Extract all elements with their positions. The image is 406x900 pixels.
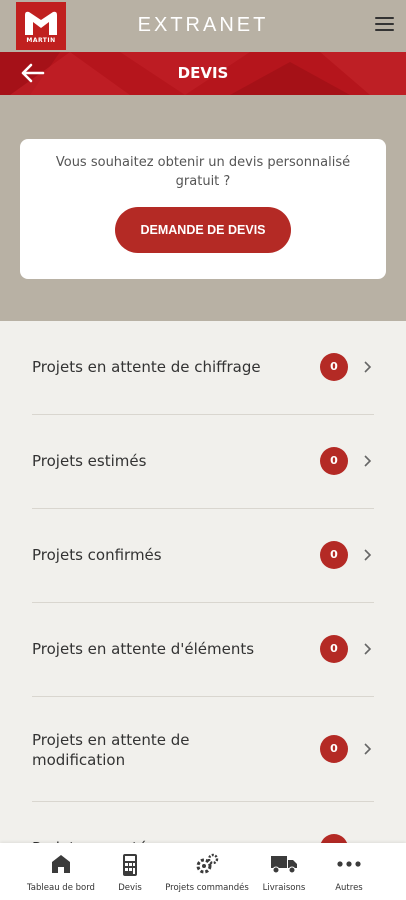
nav-item-quotes[interactable]: Devis: [110, 843, 150, 900]
truck-icon: [271, 856, 297, 874]
hamburger-menu-icon[interactable]: [375, 17, 394, 33]
nav-item-deliveries[interactable]: Livraisons: [258, 843, 310, 900]
quote-description: Vous souhaitez obtenir un devis personna…: [55, 155, 351, 189]
chevron-right-icon: [364, 643, 372, 655]
gears-icon: [196, 853, 219, 874]
list-item-label: Projets en attente de modification: [32, 731, 190, 769]
count-badge: 0: [320, 635, 348, 663]
nav-item-dashboard[interactable]: Tableau de bord: [16, 843, 106, 900]
home-icon: [52, 855, 70, 873]
nav-label: Devis: [118, 883, 142, 893]
nav-label: Projets commandés: [165, 883, 249, 893]
count-badge: 0: [320, 541, 348, 569]
list-item-label: Projets en attente de chiffrage: [32, 358, 261, 376]
nav-label: Tableau de bord: [27, 883, 95, 893]
more-dots-icon: [337, 861, 361, 867]
nav-item-more[interactable]: Autres: [324, 843, 374, 900]
list-item-pending-pricing[interactable]: Projets en attente de chiffrage 0: [32, 321, 374, 415]
chevron-right-icon: [364, 743, 372, 755]
chevron-right-icon: [364, 361, 372, 373]
count-badge: 0: [320, 353, 348, 381]
list-item-label: Projets en attente d'éléments: [32, 640, 255, 658]
list-item-label: Projets confirmés: [32, 546, 162, 564]
app-title: EXTRANET: [137, 14, 269, 36]
quote-card: Vous souhaitez obtenir un devis personna…: [20, 139, 386, 279]
list-item-confirmed[interactable]: Projets confirmés 0: [32, 509, 374, 603]
bottom-navigation: Tableau de bord Devis Projets commandés …: [0, 843, 406, 900]
request-quote-button[interactable]: DEMANDE DE DEVIS: [115, 207, 291, 253]
nav-item-ordered-projects[interactable]: Projets commandés: [160, 843, 254, 900]
list-item-label: Projets estimés: [32, 452, 147, 470]
page-title: DEVIS: [177, 64, 229, 82]
nav-label: Autres: [335, 883, 363, 893]
count-badge: 0: [320, 447, 348, 475]
calculator-icon: [123, 854, 137, 876]
logo-text: MARTIN: [26, 37, 56, 44]
nav-label: Livraisons: [262, 883, 306, 893]
top-header: MARTIN EXTRANET: [0, 0, 406, 52]
quote-section: Vous souhaitez obtenir un devis personna…: [0, 95, 406, 321]
list-item-estimated[interactable]: Projets estimés 0: [32, 415, 374, 509]
count-badge: 0: [320, 735, 348, 763]
list-item-pending-modification[interactable]: Projets en attente de modification 0: [32, 697, 374, 802]
page-header: DEVIS: [0, 52, 406, 95]
list-item-pending-elements[interactable]: Projets en attente d'éléments 0: [32, 603, 374, 697]
chevron-right-icon: [364, 549, 372, 561]
chevron-right-icon: [364, 455, 372, 467]
